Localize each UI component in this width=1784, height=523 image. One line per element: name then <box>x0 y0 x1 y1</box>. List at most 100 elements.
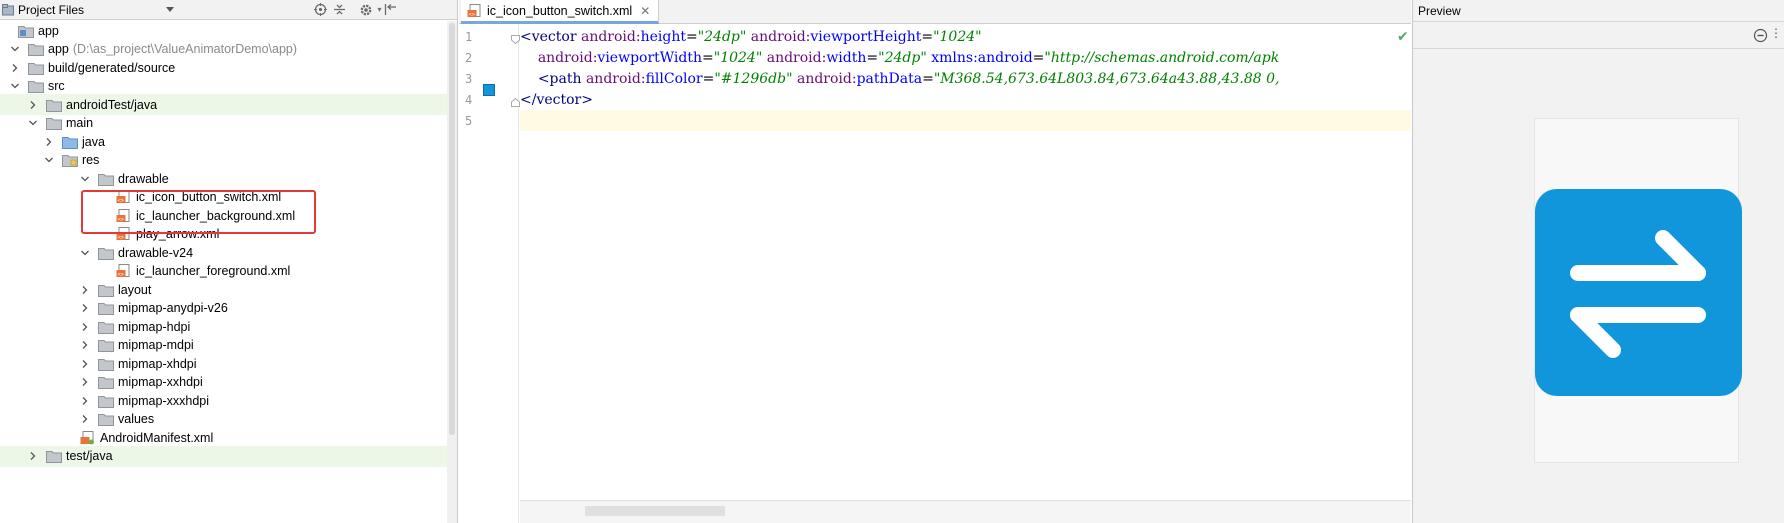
code-token: xmlns:android <box>931 49 1033 66</box>
code-token: android: <box>580 28 641 45</box>
project-view-title[interactable]: Project Files <box>18 3 84 17</box>
code-token: viewportHeight <box>810 28 922 45</box>
svg-text:<>: <> <box>118 272 125 278</box>
code-token: pathData <box>856 70 923 87</box>
code-line[interactable]: <vector android: height = "24dp" android: vi… <box>520 26 1411 47</box>
svg-text:<>: <> <box>118 217 125 223</box>
tree-item-label: AndroidManifest.xml <box>100 430 214 445</box>
folder-icon <box>98 320 114 334</box>
code-line[interactable]: </vector> <box>520 89 1411 110</box>
code-token: "1024" <box>933 28 982 45</box>
code-token: android: <box>537 49 598 66</box>
tree-item-label: mipmap-anydpi-v26 <box>118 301 228 315</box>
tree-item-label: app <box>38 23 59 38</box>
tree-item-label: values <box>118 412 155 426</box>
locate-target-icon[interactable] <box>313 2 328 17</box>
chevron-down-icon[interactable] <box>28 118 38 128</box>
xml-file-icon: <> <box>467 3 483 18</box>
chevron-down-icon[interactable] <box>44 155 54 165</box>
folder-icon <box>46 116 62 130</box>
folder-icon <box>28 42 44 56</box>
chevron-right-icon[interactable] <box>80 377 90 387</box>
editor-gutter: 1 2 3 4 5 <box>459 24 520 523</box>
tree-item-label: ic_icon_button_switch.xml <box>136 190 282 204</box>
fold-close-icon[interactable] <box>511 96 520 107</box>
close-tab-icon[interactable]: ✕ <box>640 4 650 18</box>
tree-item-label: drawable <box>118 171 169 186</box>
code-token: </vector> <box>520 91 593 108</box>
editor-scrollbar-thumb[interactable] <box>585 506 725 516</box>
code-token: android: <box>585 70 646 87</box>
code-token: "1024" <box>713 49 763 66</box>
tree-item-label: app <box>48 42 69 56</box>
tree-item[interactable]: test/java <box>0 445 447 467</box>
code-area[interactable]: <vector android: height = "24dp" android: vi… <box>520 24 1411 500</box>
folder-icon <box>98 412 114 426</box>
tab-label: ic_icon_button_switch.xml <box>487 3 633 18</box>
code-token: android: <box>766 49 827 66</box>
code-token: "24dp" <box>697 28 747 45</box>
chevron-right-icon[interactable] <box>80 340 90 350</box>
hide-panel-icon[interactable] <box>383 2 398 17</box>
project-panel: Project Files ▾ app app (D:\as_project\Val… <box>0 0 458 523</box>
project-files-icon <box>2 3 14 16</box>
chevron-right-icon[interactable] <box>80 359 90 369</box>
chevron-down-icon[interactable] <box>10 44 20 54</box>
code-token: <vector <box>520 28 581 45</box>
tree-item-label: mipmap-xhdpi <box>118 356 197 371</box>
settings-gear-icon[interactable] <box>358 2 373 17</box>
code-line-current[interactable] <box>520 110 1411 131</box>
tree-scrollbar[interactable] <box>447 21 457 523</box>
tree-scrollbar-thumb[interactable] <box>449 23 455 435</box>
chevron-right-icon[interactable] <box>28 451 38 461</box>
folder-icon <box>46 449 62 463</box>
code-token: = <box>921 28 934 45</box>
fill-color-swatch[interactable] <box>483 84 495 96</box>
folder-icon <box>98 338 114 352</box>
chevron-right-icon[interactable] <box>80 322 90 332</box>
no-problems-check-icon: ✔ <box>1397 28 1409 44</box>
code-token: "24dp" <box>878 49 927 66</box>
code-line[interactable]: <path android: fillColor = "#1296db" androi… <box>520 68 1411 89</box>
chevron-down-icon[interactable] <box>80 248 90 258</box>
chevron-right-icon[interactable] <box>10 63 20 73</box>
code-token: = <box>866 49 879 66</box>
line-number: 1 <box>465 30 473 44</box>
svg-text:<>: <> <box>469 12 476 18</box>
editor-horizontal-scrollbar[interactable] <box>520 500 1411 523</box>
code-line[interactable]: android: viewportWidth = "1024" android: wid… <box>520 47 1411 68</box>
svg-text:<>: <> <box>118 235 125 241</box>
folder-icon <box>98 172 114 186</box>
chevron-right-icon[interactable] <box>80 414 90 424</box>
chevron-down-icon[interactable] <box>10 81 20 91</box>
fold-open-icon[interactable] <box>511 33 520 45</box>
folder-icon <box>46 98 62 112</box>
tab-ic-icon-button-switch[interactable]: <> ic_icon_button_switch.xml ✕ <box>461 0 660 24</box>
zoom-out-icon[interactable] <box>1753 28 1768 43</box>
tree-item-label: src <box>48 79 65 93</box>
code-token: = <box>922 70 934 87</box>
chevron-right-icon[interactable] <box>28 100 38 110</box>
chevron-right-icon[interactable] <box>80 285 90 295</box>
tree-item-label: drawable-v24 <box>118 245 194 260</box>
code-token: = <box>1032 49 1045 66</box>
chevron-right-icon[interactable] <box>80 396 90 406</box>
collapse-all-icon[interactable] <box>332 2 347 17</box>
code-token: = <box>702 70 715 87</box>
preview-title: Preview <box>1418 3 1461 18</box>
switch-icon-preview <box>1535 189 1742 396</box>
more-options-icon[interactable]: ⋮ <box>1770 26 1782 40</box>
tree-item-label: mipmap-xxhdpi <box>118 375 203 389</box>
code-token: width <box>826 49 867 66</box>
chevron-right-icon[interactable] <box>80 303 90 313</box>
editor-tab-bar: <> ic_icon_button_switch.xml ✕ <box>459 0 1411 24</box>
xml-file-icon: <> <box>116 264 132 278</box>
view-dropdown-arrow-icon[interactable] <box>166 7 174 12</box>
folder-icon <box>98 283 114 297</box>
manifest-file-icon <box>80 430 96 445</box>
chevron-right-icon[interactable] <box>44 137 54 147</box>
code-token: = <box>702 49 714 66</box>
chevron-down-icon[interactable] <box>80 174 90 184</box>
line-number: 2 <box>465 51 473 65</box>
